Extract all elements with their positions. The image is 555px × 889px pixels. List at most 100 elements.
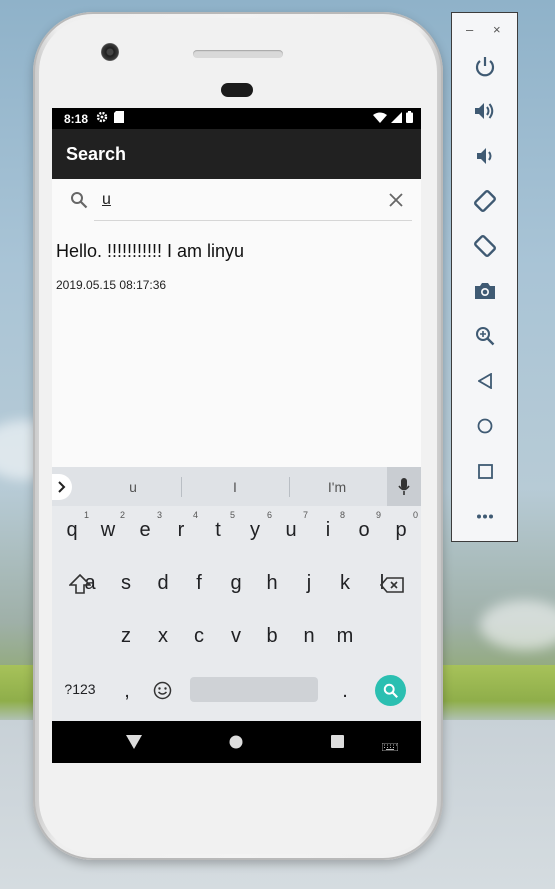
result-message: Hello. !!!!!!!!!!! I am linyu bbox=[56, 241, 245, 261]
key-s[interactable]: s bbox=[111, 572, 141, 595]
suggestion-strip: u I I'm bbox=[52, 467, 421, 506]
key-q-wrapper[interactable]: q1 bbox=[57, 510, 89, 542]
navigation-bar bbox=[52, 721, 421, 763]
key-o-wrapper[interactable]: o9 bbox=[349, 510, 381, 542]
back-nav-icon[interactable] bbox=[126, 735, 142, 754]
backspace-icon[interactable] bbox=[379, 577, 404, 598]
key-label: r bbox=[177, 519, 185, 541]
suggestion-divider bbox=[289, 477, 290, 497]
camera-icon[interactable] bbox=[470, 276, 500, 306]
emulator-toolbar: – × bbox=[451, 12, 518, 542]
cloud bbox=[480, 600, 555, 650]
key-label: y bbox=[250, 519, 260, 541]
search-icon bbox=[70, 191, 88, 214]
clear-search-icon[interactable] bbox=[389, 193, 403, 212]
key-j[interactable]: j bbox=[294, 572, 324, 595]
key-k[interactable]: k bbox=[330, 572, 360, 595]
key-label: i bbox=[325, 519, 331, 541]
key-number-hint: 4 bbox=[192, 510, 198, 520]
period-key[interactable]: . bbox=[330, 680, 360, 703]
key-number-hint: 2 bbox=[119, 510, 125, 520]
suggestion-divider bbox=[181, 477, 182, 497]
key-f[interactable]: f bbox=[184, 572, 214, 595]
key-c[interactable]: c bbox=[184, 625, 214, 648]
suggestion-2[interactable]: I bbox=[205, 479, 265, 495]
key-d[interactable]: d bbox=[148, 572, 178, 595]
key-e-wrapper[interactable]: e3 bbox=[130, 510, 162, 542]
key-number-hint: 3 bbox=[156, 510, 162, 520]
close-button[interactable]: × bbox=[493, 22, 501, 37]
more-icon[interactable] bbox=[470, 501, 500, 531]
key-y-wrapper[interactable]: y6 bbox=[240, 510, 272, 542]
symbols-key[interactable]: ?123 bbox=[60, 681, 100, 697]
rotate-right-icon[interactable] bbox=[470, 231, 500, 261]
key-number-hint: 8 bbox=[339, 510, 345, 520]
app-bar: Search bbox=[52, 129, 421, 179]
search-result-item[interactable]: Hello. !!!!!!!!!!! I am linyu 2019.05.15… bbox=[52, 223, 421, 292]
key-p-wrapper[interactable]: p0 bbox=[386, 510, 418, 542]
key-z[interactable]: z bbox=[111, 625, 141, 648]
result-timestamp: 2019.05.15 08:17:36 bbox=[56, 278, 167, 292]
page-title: Search bbox=[66, 143, 127, 164]
key-n[interactable]: n bbox=[294, 625, 324, 648]
search-input[interactable] bbox=[94, 187, 412, 221]
home-nav-icon[interactable] bbox=[229, 735, 243, 754]
key-label: q bbox=[66, 519, 78, 541]
key-b[interactable]: b bbox=[257, 625, 287, 648]
home-icon[interactable] bbox=[470, 411, 500, 441]
comma-key[interactable]: , bbox=[112, 680, 142, 703]
power-icon[interactable] bbox=[470, 51, 500, 81]
key-g[interactable]: g bbox=[221, 572, 251, 595]
key-i-wrapper[interactable]: i8 bbox=[313, 510, 345, 542]
key-label: p bbox=[395, 519, 407, 541]
expand-suggestions-icon[interactable] bbox=[52, 473, 72, 500]
key-number-hint: 1 bbox=[83, 510, 89, 520]
search-icon bbox=[383, 683, 398, 698]
key-label: o bbox=[358, 519, 370, 541]
suggestion-1[interactable]: u bbox=[103, 479, 163, 495]
search-query-text: u bbox=[102, 191, 111, 208]
signal-icon bbox=[391, 111, 402, 126]
phone-screen: 8:18 Search u Hello. !!!!!!!!!!! I am li… bbox=[52, 108, 421, 763]
key-number-hint: 6 bbox=[266, 510, 272, 520]
space-key[interactable] bbox=[190, 677, 318, 702]
settings-gear-icon bbox=[96, 111, 108, 126]
overview-nav-icon[interactable] bbox=[331, 735, 344, 753]
key-w-wrapper[interactable]: w2 bbox=[93, 510, 125, 542]
key-h[interactable]: h bbox=[257, 572, 287, 595]
status-time: 8:18 bbox=[64, 111, 89, 126]
minimize-button[interactable]: – bbox=[466, 22, 473, 37]
front-camera bbox=[101, 43, 119, 61]
status-bar: 8:18 bbox=[52, 108, 421, 129]
key-label: e bbox=[139, 519, 151, 541]
key-label: u bbox=[285, 519, 297, 541]
key-u-wrapper[interactable]: u7 bbox=[276, 510, 308, 542]
volume-down-icon[interactable] bbox=[470, 141, 500, 171]
search-row: u bbox=[52, 179, 421, 223]
key-x[interactable]: x bbox=[148, 625, 178, 648]
key-t-wrapper[interactable]: t5 bbox=[203, 510, 235, 542]
key-number-hint: 0 bbox=[412, 510, 418, 520]
key-number-hint: 5 bbox=[229, 510, 235, 520]
search-action-key[interactable] bbox=[375, 675, 406, 706]
key-label: w bbox=[100, 519, 116, 541]
emoji-icon[interactable] bbox=[153, 681, 172, 705]
key-number-hint: 7 bbox=[302, 510, 308, 520]
keyboard-switch-icon[interactable] bbox=[381, 738, 399, 756]
back-icon[interactable] bbox=[470, 366, 500, 396]
key-label: t bbox=[215, 519, 221, 541]
key-m[interactable]: m bbox=[330, 625, 360, 648]
proximity-sensor bbox=[221, 83, 253, 97]
soft-keyboard: u I I'm q1w2e3r4t5y6u7i8o9p0 asdfghjkl z… bbox=[52, 467, 421, 721]
key-v[interactable]: v bbox=[221, 625, 251, 648]
overview-icon[interactable] bbox=[470, 456, 500, 486]
key-r-wrapper[interactable]: r4 bbox=[166, 510, 198, 542]
volume-up-icon[interactable] bbox=[470, 96, 500, 126]
rotate-left-icon[interactable] bbox=[470, 186, 500, 216]
microphone-icon[interactable] bbox=[387, 467, 421, 506]
battery-icon bbox=[406, 111, 413, 126]
earpiece-speaker bbox=[193, 50, 283, 58]
suggestion-3[interactable]: I'm bbox=[307, 479, 367, 495]
zoom-icon[interactable] bbox=[470, 321, 500, 351]
shift-icon[interactable] bbox=[68, 573, 92, 599]
